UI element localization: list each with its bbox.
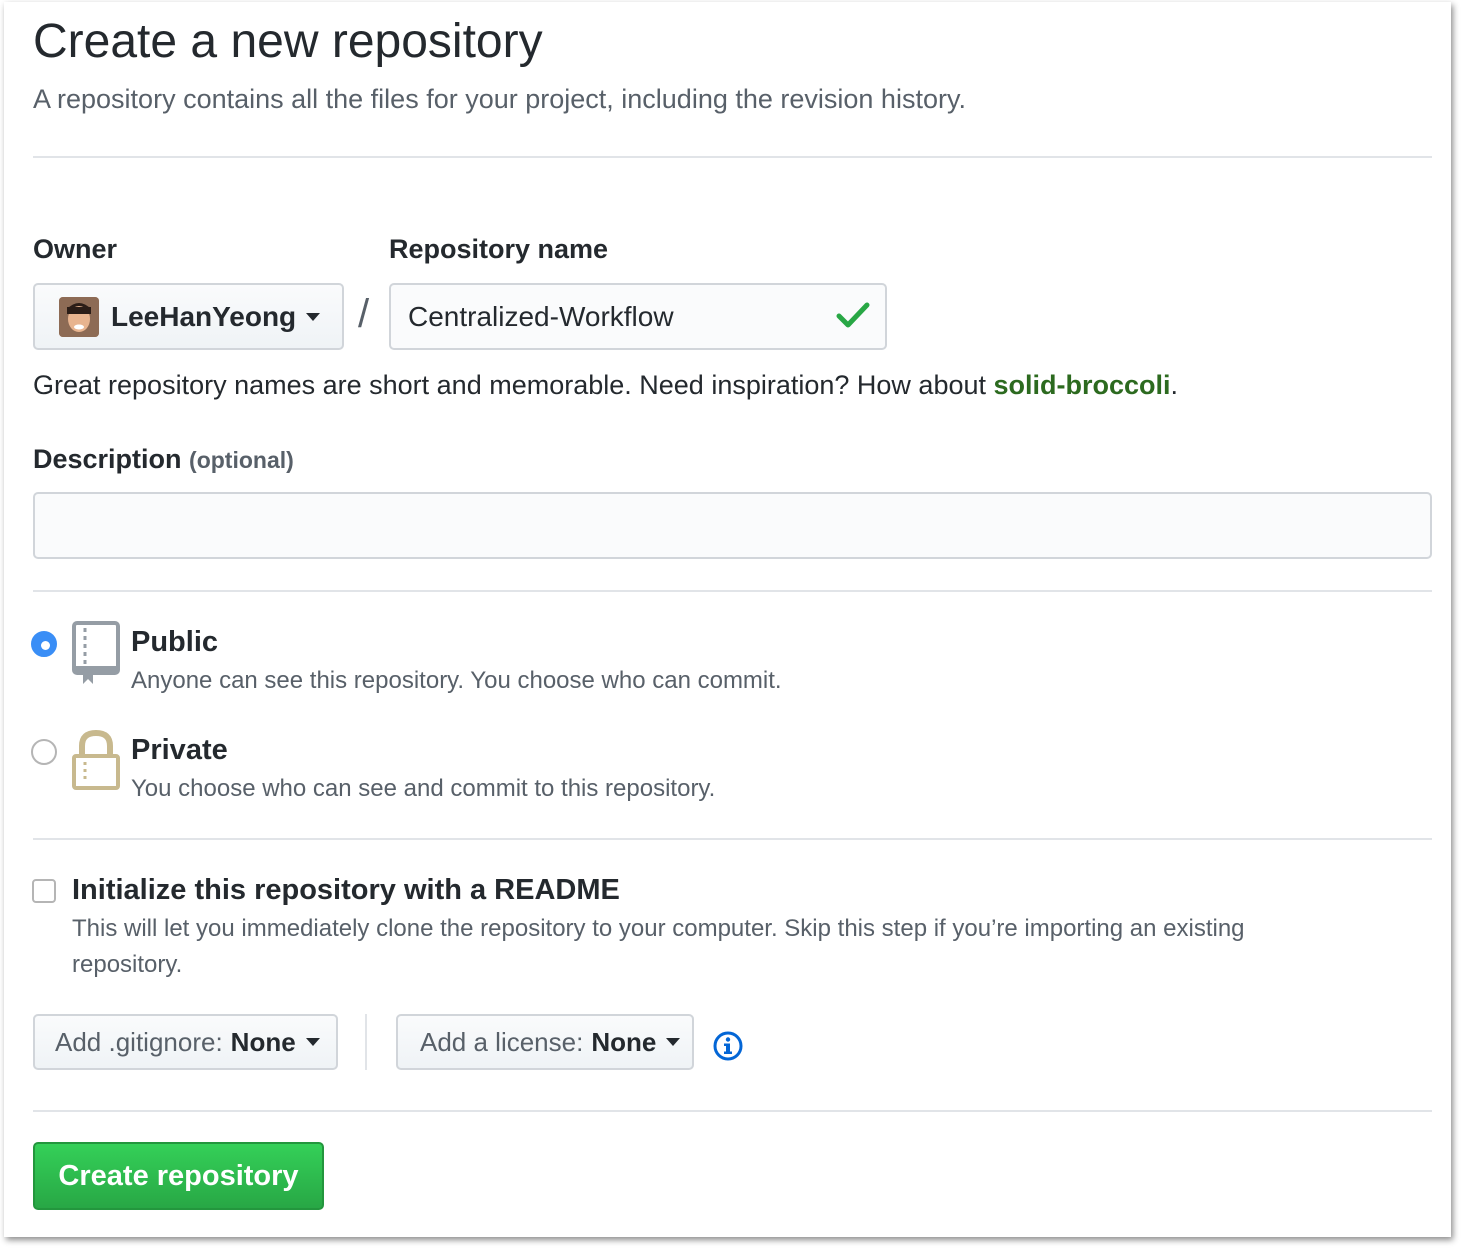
- owner-label: Owner: [33, 234, 118, 264]
- owner-name: LeeHanYeong: [111, 300, 297, 332]
- divider: [33, 1110, 1432, 1112]
- avatar: [59, 296, 99, 337]
- license-label: Add a license:: [420, 1026, 584, 1057]
- divider: [33, 838, 1432, 840]
- description-label: Description (optional): [33, 444, 294, 475]
- public-title: Public: [131, 626, 219, 658]
- repo-name-hint: Great repository names are short and mem…: [33, 370, 1178, 401]
- public-radio[interactable]: [31, 631, 57, 657]
- page-title: Create a new repository: [33, 15, 543, 68]
- divider: [33, 156, 1432, 158]
- description-label-text: Description: [33, 444, 182, 474]
- repo-book-icon: [71, 620, 121, 691]
- description-input[interactable]: [33, 492, 1432, 559]
- create-repository-button[interactable]: Create repository: [33, 1142, 324, 1210]
- license-value: None: [591, 1026, 657, 1057]
- chevron-down-icon: [306, 312, 321, 321]
- readme-title: Initialize this repository with a README: [72, 874, 620, 906]
- owner-select[interactable]: LeeHanYeong: [33, 283, 344, 350]
- divider: [33, 590, 1432, 592]
- gitignore-value: None: [230, 1026, 296, 1057]
- repo-name-label: Repository name: [389, 234, 609, 264]
- optional-note: (optional): [189, 447, 294, 473]
- private-desc: You choose who can see and commit to thi…: [131, 775, 716, 802]
- repo-name-input[interactable]: Centralized-Workflow: [389, 283, 887, 350]
- readme-checkbox[interactable]: [32, 879, 56, 903]
- owner-repo-separator: /: [358, 292, 370, 336]
- page-subtitle: A repository contains all the files for …: [33, 84, 966, 114]
- chevron-down-icon: [666, 1038, 681, 1046]
- chevron-down-icon: [305, 1038, 320, 1046]
- check-icon: [836, 300, 870, 335]
- lock-icon: [71, 729, 121, 796]
- private-radio[interactable]: [31, 739, 57, 765]
- public-desc: Anyone can see this repository. You choo…: [131, 667, 782, 694]
- readme-desc-line1: This will let you immediately clone the …: [72, 915, 1245, 942]
- hint-suffix: .: [1170, 370, 1179, 400]
- license-select[interactable]: Add a license: None: [396, 1014, 694, 1070]
- vertical-divider: [365, 1014, 367, 1070]
- gitignore-select[interactable]: Add .gitignore: None: [33, 1014, 338, 1070]
- private-title: Private: [131, 734, 228, 766]
- readme-desc-line2: repository.: [72, 951, 183, 978]
- hint-text: Great repository names are short and mem…: [33, 370, 994, 400]
- repo-name-value: Centralized-Workflow: [408, 300, 674, 332]
- gitignore-label: Add .gitignore:: [55, 1026, 223, 1057]
- suggestion-link[interactable]: solid-broccoli: [994, 370, 1171, 400]
- info-icon[interactable]: [712, 1030, 744, 1067]
